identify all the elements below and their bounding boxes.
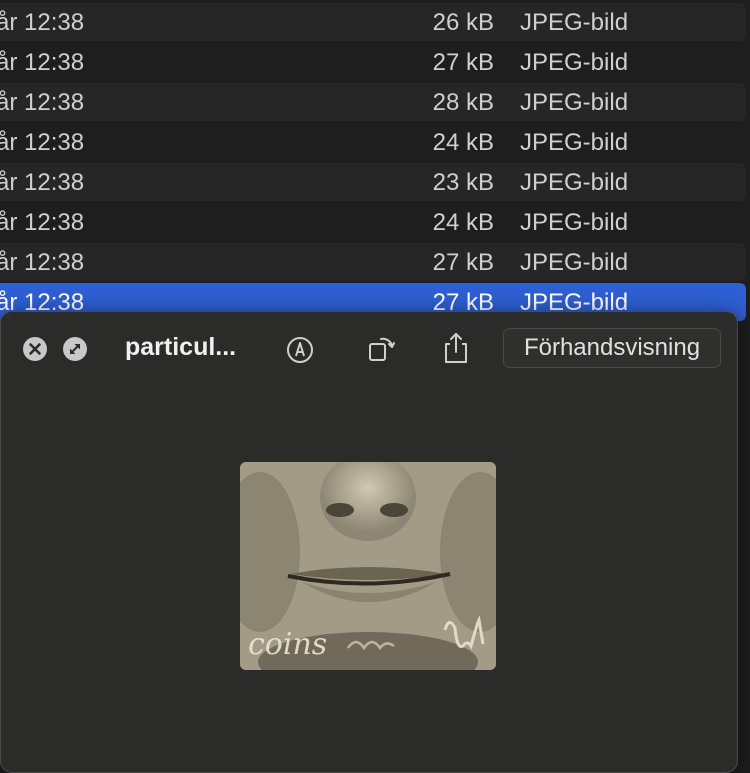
close-icon (29, 343, 41, 355)
file-size: 23 kB (432, 169, 494, 196)
file-size: 24 kB (432, 129, 494, 156)
file-size: 28 kB (432, 89, 494, 116)
open-with-label: Förhandsvisning (523, 334, 701, 361)
file-row[interactable]: år 12:38 24 kB JPEG-bild (0, 123, 746, 161)
file-kind: JPEG-bild (520, 209, 629, 236)
file-row[interactable]: år 12:38 27 kB JPEG-bild (0, 43, 746, 81)
file-size: 26 kB (432, 9, 494, 36)
file-row[interactable]: år 12:38 27 kB JPEG-bild (0, 243, 746, 281)
file-date: år 12:38 (0, 89, 85, 116)
file-date: år 12:38 (0, 169, 85, 196)
file-size: 27 kB (432, 49, 494, 76)
image-caption: coins (248, 627, 327, 662)
face-photo-image: coins ​ (240, 462, 496, 670)
file-kind: JPEG-bild (520, 129, 629, 156)
file-date: år 12:38 (0, 49, 85, 76)
markup-pen-icon (287, 337, 313, 363)
share-icon (445, 333, 467, 363)
file-row[interactable]: år 12:38 28 kB JPEG-bild (0, 83, 746, 121)
file-date: år 12:38 (0, 209, 85, 236)
fullscreen-button[interactable] (63, 337, 87, 361)
file-kind: JPEG-bild (520, 89, 629, 116)
file-size: 27 kB (432, 249, 494, 276)
markup-button[interactable] (284, 334, 316, 366)
rotate-icon (369, 337, 395, 361)
file-date: år 12:38 (0, 249, 85, 276)
rotate-button[interactable] (364, 332, 398, 366)
image-preview: coins ​ (240, 462, 496, 670)
file-row[interactable]: år 12:38 26 kB JPEG-bild (0, 3, 746, 41)
file-kind: JPEG-bild (520, 249, 629, 276)
file-row[interactable]: år 12:38 23 kB JPEG-bild (0, 163, 746, 201)
share-button[interactable] (439, 330, 473, 366)
file-kind: JPEG-bild (520, 169, 629, 196)
file-row[interactable]: år 12:38 24 kB JPEG-bild (0, 203, 746, 241)
file-kind: JPEG-bild (520, 49, 629, 76)
open-with-preview-button[interactable]: Förhandsvisning (503, 328, 721, 368)
quicklook-panel: particul... Förhandsvisning coins (0, 311, 738, 773)
file-date: år 12:38 (0, 129, 85, 156)
quicklook-title: particul... (125, 333, 237, 361)
file-size: 24 kB (432, 209, 494, 236)
close-button[interactable] (23, 337, 47, 361)
file-date: år 12:38 (0, 9, 85, 36)
file-kind: JPEG-bild (520, 9, 629, 36)
fullscreen-icon (70, 344, 80, 354)
